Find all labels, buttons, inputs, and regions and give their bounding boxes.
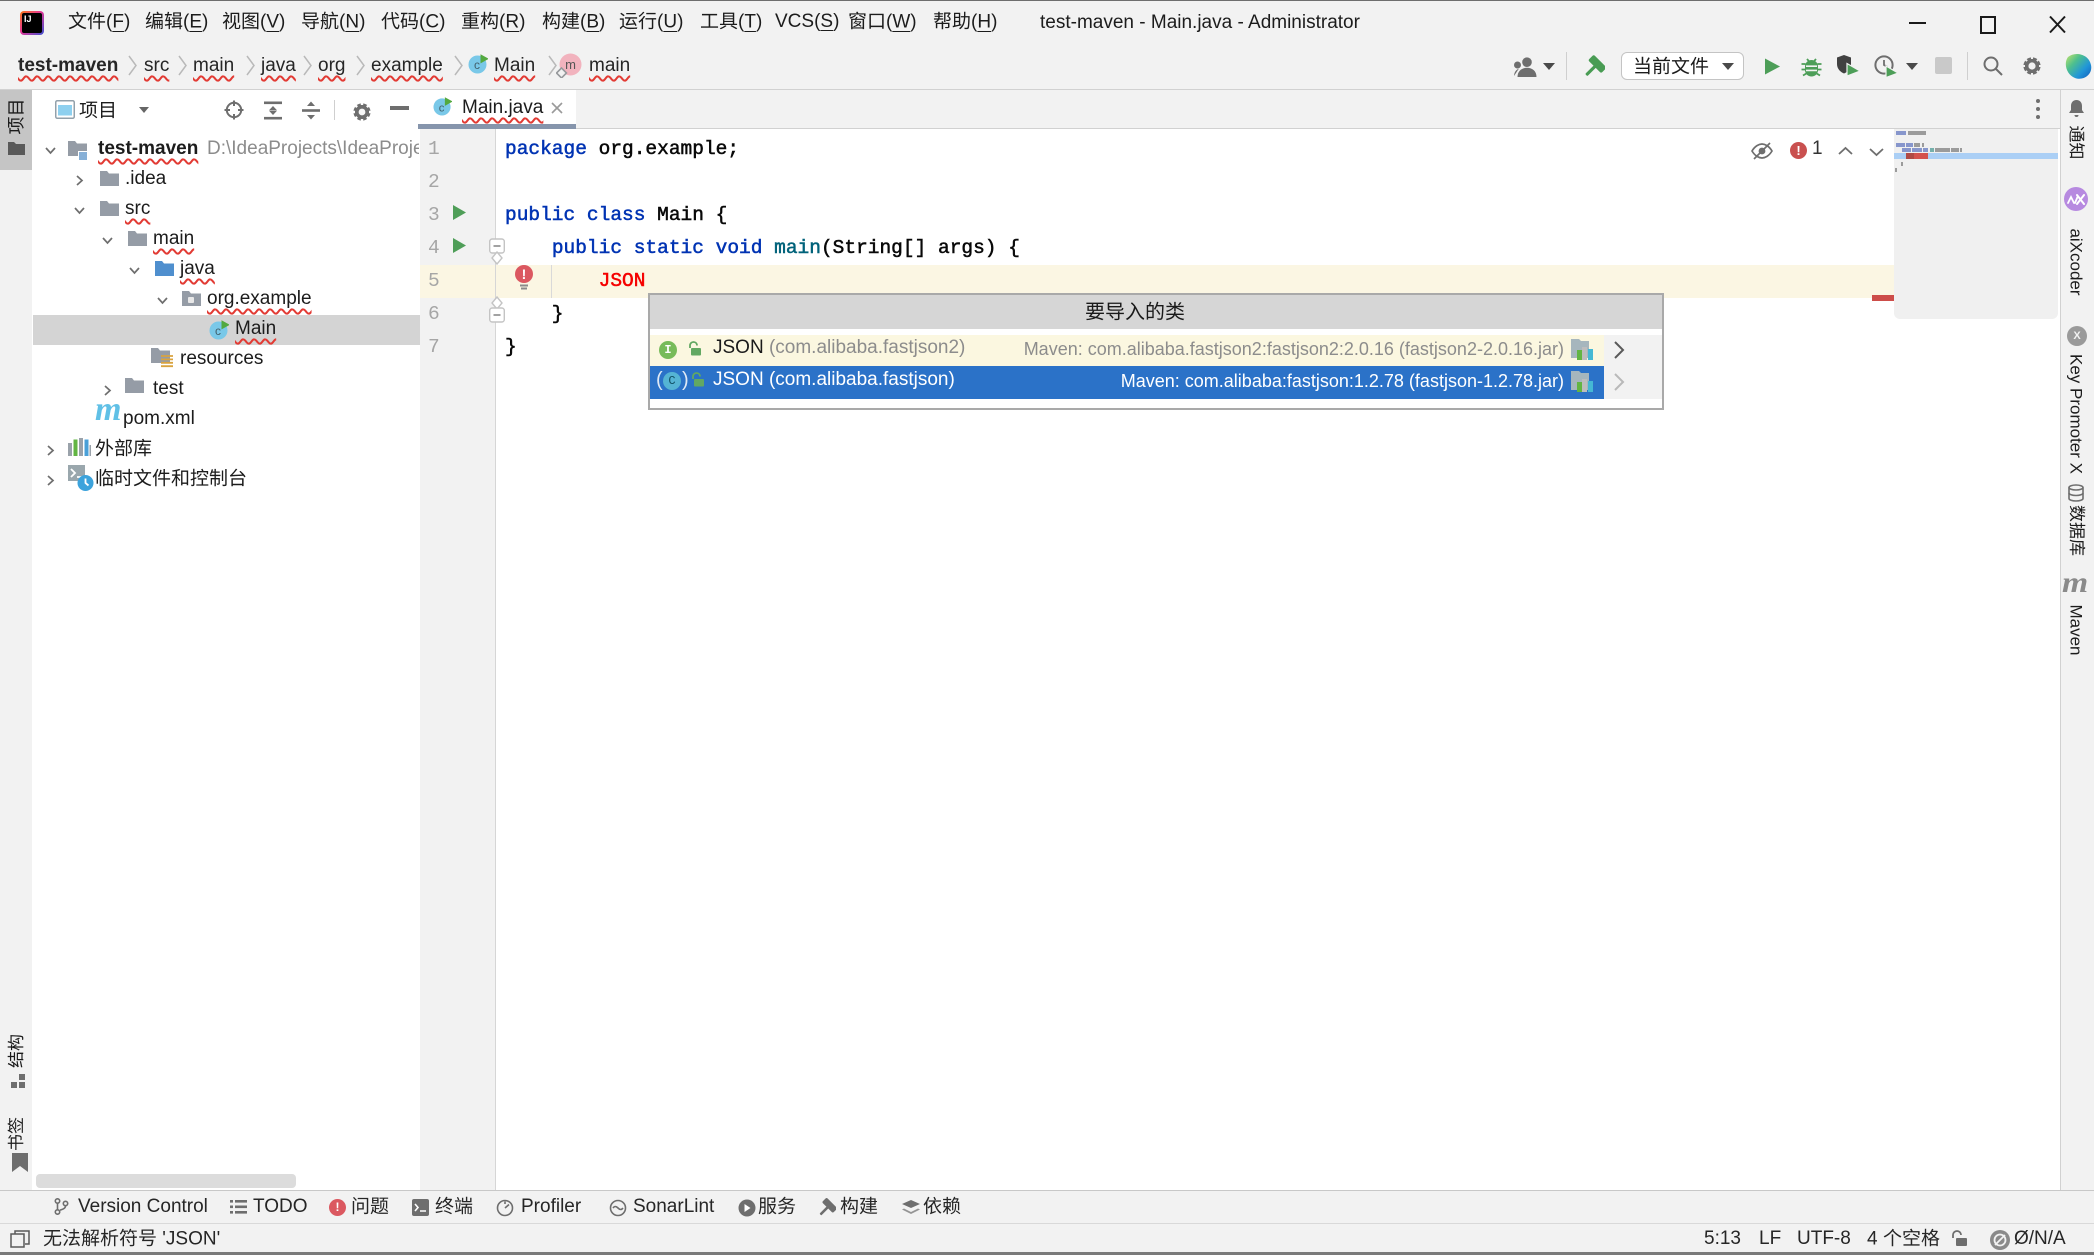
svg-text:c: c [215, 324, 221, 338]
svg-text:!: ! [522, 266, 527, 282]
svg-text:m: m [565, 57, 576, 72]
svg-text:c: c [439, 102, 445, 114]
svg-text:c: c [474, 58, 480, 72]
